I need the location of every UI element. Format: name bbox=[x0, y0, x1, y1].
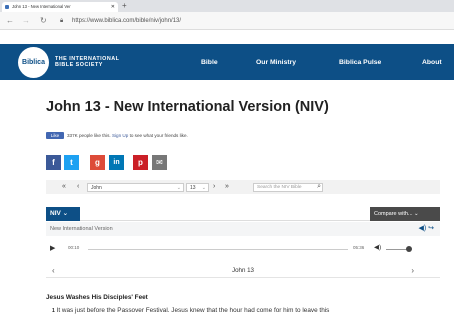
linkedin-icon[interactable]: in bbox=[109, 155, 124, 170]
tab-title: John 13 - New International Ver bbox=[12, 4, 71, 9]
first-book-icon[interactable]: « bbox=[62, 180, 66, 194]
speaker-icon[interactable]: ◀) bbox=[418, 225, 426, 232]
chapter-value: 13 bbox=[190, 185, 196, 191]
like-count: 337K people like this. bbox=[67, 133, 111, 138]
email-icon[interactable]: ✉ bbox=[152, 155, 167, 170]
current-time: 00:10 bbox=[68, 245, 80, 250]
book-select[interactable]: John ⌄ bbox=[87, 183, 184, 192]
signup-link[interactable]: Sign Up bbox=[112, 133, 128, 138]
page-title: John 13 - New International Version (NIV… bbox=[46, 99, 329, 115]
address-bar-area: ← → ↻ 🔒︎ https://www.biblica.com/bible/n… bbox=[0, 12, 454, 30]
nav-our-ministry[interactable]: Our Ministry bbox=[256, 59, 296, 66]
nav-biblica-pulse[interactable]: Biblica Pulse bbox=[339, 59, 381, 66]
verse-1: 1 It was just before the Passover Festiv… bbox=[52, 307, 329, 314]
facebook-icon[interactable]: f bbox=[46, 155, 61, 170]
volume-knob[interactable] bbox=[406, 246, 412, 252]
chevron-down-icon: ⌄ bbox=[201, 185, 206, 191]
tagline-line2: BIBLE SOCIETY bbox=[55, 62, 103, 68]
audio-version-label: New International Version bbox=[50, 226, 113, 232]
next-chapter-icon[interactable]: › bbox=[411, 264, 414, 278]
volume-icon[interactable]: ◀) bbox=[374, 243, 381, 251]
last-chapter-icon[interactable]: » bbox=[225, 180, 229, 194]
lock-icon: 🔒︎ bbox=[60, 18, 64, 24]
compare-dropdown[interactable]: Compare with... ⌄ bbox=[370, 207, 440, 221]
forward-icon[interactable]: → bbox=[22, 15, 30, 27]
twitter-icon[interactable]: t bbox=[64, 155, 79, 170]
version-dropdown[interactable]: NIV ⌄ bbox=[46, 207, 80, 221]
total-time: 05:36 bbox=[353, 245, 365, 250]
audio-header: New International Version ◀) ↪ bbox=[46, 222, 440, 236]
search-icon[interactable]: ⌕ bbox=[317, 183, 321, 191]
chapter-navigation: ‹ John 13 › bbox=[46, 264, 440, 278]
browser-tab[interactable]: John 13 - New International Ver ✕ bbox=[2, 2, 118, 12]
audio-player: ▶ 00:10 05:36 ◀) bbox=[46, 243, 440, 255]
signup-rest: to see what your friends like. bbox=[129, 133, 188, 138]
passage-heading: Jesus Washes His Disciples' Feet bbox=[46, 294, 148, 301]
search-placeholder: Search the NIV Bible bbox=[257, 185, 302, 190]
browser-tab-bar: John 13 - New International Ver ✕ + bbox=[0, 0, 454, 12]
chapter-label: John 13 bbox=[231, 267, 255, 274]
share-arrow-icon[interactable]: ↪ bbox=[428, 225, 434, 232]
like-label: Like bbox=[50, 133, 60, 138]
back-icon[interactable]: ← bbox=[6, 15, 14, 27]
new-tab-icon[interactable]: + bbox=[122, 0, 127, 12]
favicon-icon bbox=[5, 5, 9, 9]
next-chapter-icon[interactable]: › bbox=[213, 180, 215, 194]
nav-about[interactable]: About bbox=[422, 59, 442, 66]
version-bar: NIV ⌄ Compare with... ⌄ bbox=[46, 207, 440, 221]
biblica-logo[interactable]: Biblica bbox=[18, 47, 49, 78]
compare-label: Compare with... bbox=[374, 211, 413, 217]
version-selected: NIV bbox=[50, 210, 61, 217]
prev-book-icon[interactable]: ‹ bbox=[77, 180, 79, 194]
play-icon[interactable]: ▶ bbox=[50, 244, 55, 252]
progress-track[interactable] bbox=[88, 249, 348, 250]
url-field[interactable]: 🔒︎ https://www.biblica.com/bible/niv/joh… bbox=[58, 15, 438, 27]
audio-header-icons: ◀) ↪ bbox=[418, 222, 434, 236]
nav-bible[interactable]: Bible bbox=[201, 59, 218, 66]
verse-text: It was just before the Passover Festival… bbox=[56, 307, 330, 314]
verse-number: 1 bbox=[52, 308, 55, 314]
site-header: Biblica THE INTERNATIONAL BIBLE SOCIETY … bbox=[0, 44, 454, 80]
close-tab-icon[interactable]: ✕ bbox=[111, 2, 115, 12]
google-plus-icon[interactable]: g bbox=[90, 155, 105, 170]
facebook-like-button[interactable]: Like bbox=[46, 132, 64, 139]
pinterest-icon[interactable]: p bbox=[133, 155, 148, 170]
chevron-down-icon: ⌄ bbox=[176, 185, 181, 191]
like-count-text: 337K people like this. Sign Up to see wh… bbox=[67, 132, 188, 139]
site-tagline: THE INTERNATIONAL BIBLE SOCIETY bbox=[55, 56, 119, 68]
url-text: https://www.biblica.com/bible/niv/john/1… bbox=[72, 18, 182, 24]
chapter-select[interactable]: 13 ⌄ bbox=[186, 183, 209, 192]
bible-search-input[interactable]: Search the NIV Bible ⌕ bbox=[253, 183, 323, 192]
refresh-icon[interactable]: ↻ bbox=[40, 15, 47, 27]
book-value: John bbox=[91, 185, 102, 191]
